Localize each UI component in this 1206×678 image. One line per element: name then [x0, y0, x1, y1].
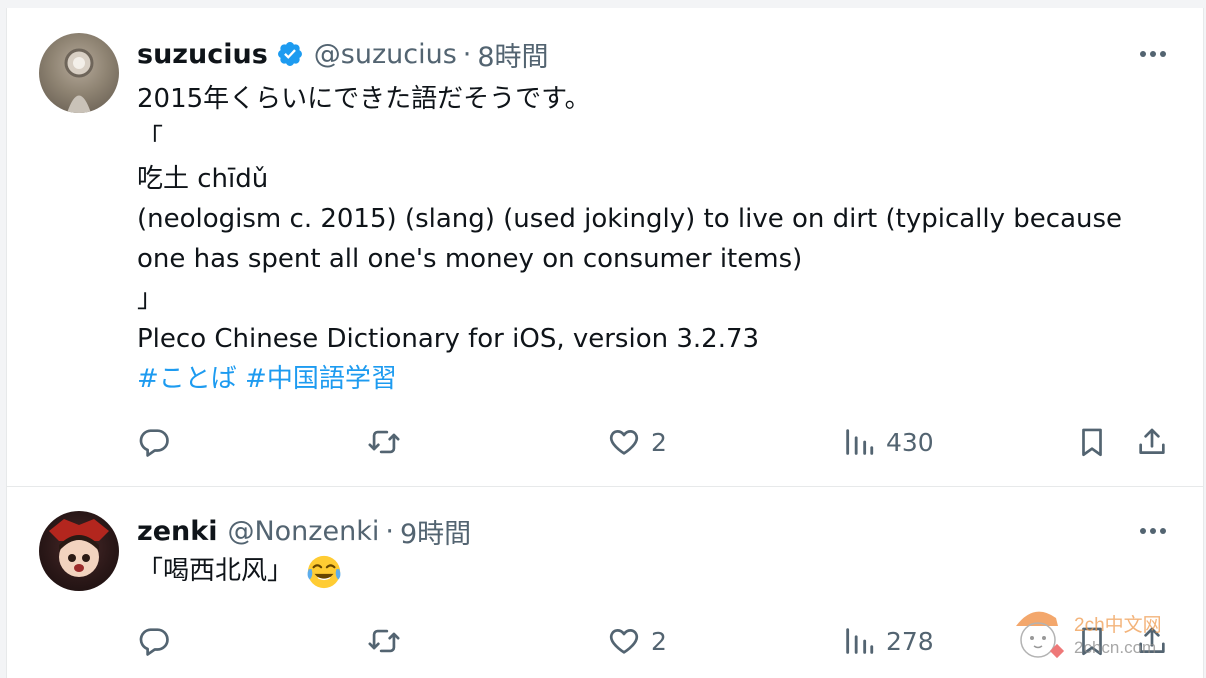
views-button[interactable]: 430 — [842, 422, 934, 462]
post-line: 「 — [137, 124, 164, 154]
heart-icon — [609, 629, 639, 654]
hashtag-links[interactable]: #ことば #中国語学習 — [137, 359, 1177, 399]
separator: · — [462, 38, 472, 70]
reply-icon — [139, 628, 169, 656]
verified-badge-icon — [277, 42, 302, 66]
share-button[interactable] — [1135, 422, 1169, 462]
post-header: suzucius @suzucius · 8時間 — [137, 34, 549, 74]
avatar[interactable] — [39, 511, 119, 591]
more-options-icon[interactable] — [1136, 39, 1170, 69]
bookmark-button[interactable] — [1075, 422, 1109, 462]
post-line: one has spent all one's money on consume… — [137, 244, 803, 274]
avatar[interactable] — [39, 33, 119, 113]
more-options-icon[interactable] — [1136, 516, 1170, 546]
post-line: Pleco Chinese Dictionary for iOS, versio… — [137, 324, 760, 354]
display-name[interactable]: zenki — [137, 516, 217, 547]
display-name[interactable]: suzucius — [137, 39, 268, 70]
post-text: 2015年くらいにできた語だそうです。 「 吃土 chīdǔ (neologis… — [137, 79, 1177, 399]
post-line: 」 — [137, 284, 164, 314]
mascot-logo-icon — [1016, 611, 1065, 659]
view-count: 278 — [886, 626, 934, 656]
watermark-url: 2chcn.com — [1074, 638, 1157, 657]
post-suzucius[interactable]: suzucius @suzucius · 8時間 2015年くらいにできた語だそ… — [7, 8, 1203, 487]
like-count: 2 — [651, 427, 667, 457]
user-handle[interactable]: @suzucius — [314, 39, 457, 70]
post-actions: 2 430 — [137, 422, 1177, 462]
post-time[interactable]: 8時間 — [477, 35, 548, 74]
repost-button[interactable] — [367, 621, 411, 661]
post-text: 「喝西北风」 — [137, 551, 1177, 591]
view-count: 430 — [886, 427, 934, 457]
views-chart-icon — [846, 628, 874, 654]
face-with-tears-of-joy-icon — [307, 555, 341, 588]
bookmark-icon — [1082, 428, 1102, 457]
watermark-title: 2ch中文网 — [1074, 615, 1162, 636]
views-chart-icon — [846, 429, 874, 455]
post-header: zenki @Nonzenki · 9時間 — [137, 511, 471, 551]
post-line: 2015年くらいにできた語だそうです。 — [137, 84, 591, 114]
repost-icon — [368, 430, 400, 454]
like-button[interactable]: 2 — [607, 621, 667, 661]
user-handle[interactable]: @Nonzenki — [227, 516, 379, 547]
post-line: (neologism c. 2015) (slang) (used joking… — [137, 204, 1123, 234]
post-time[interactable]: 9時間 — [400, 512, 471, 551]
separator: · — [385, 515, 394, 547]
heart-icon — [609, 430, 639, 455]
post-line: 「喝西北风」 — [137, 551, 1177, 591]
repost-button[interactable] — [367, 422, 411, 462]
site-watermark: 2ch中文网 2chcn.com — [1012, 604, 1187, 674]
reply-icon — [139, 429, 169, 457]
reply-button[interactable] — [137, 621, 181, 661]
post-line: 吃土 chīdǔ — [137, 164, 269, 194]
timeline: suzucius @suzucius · 8時間 2015年くらいにできた語だそ… — [6, 8, 1204, 678]
like-count: 2 — [651, 626, 667, 656]
views-button[interactable]: 278 — [842, 621, 934, 661]
like-button[interactable]: 2 — [607, 422, 667, 462]
share-icon — [1139, 428, 1165, 454]
post-line-text: 「喝西北风」 — [137, 556, 294, 586]
repost-icon — [368, 629, 400, 653]
reply-button[interactable] — [137, 422, 181, 462]
